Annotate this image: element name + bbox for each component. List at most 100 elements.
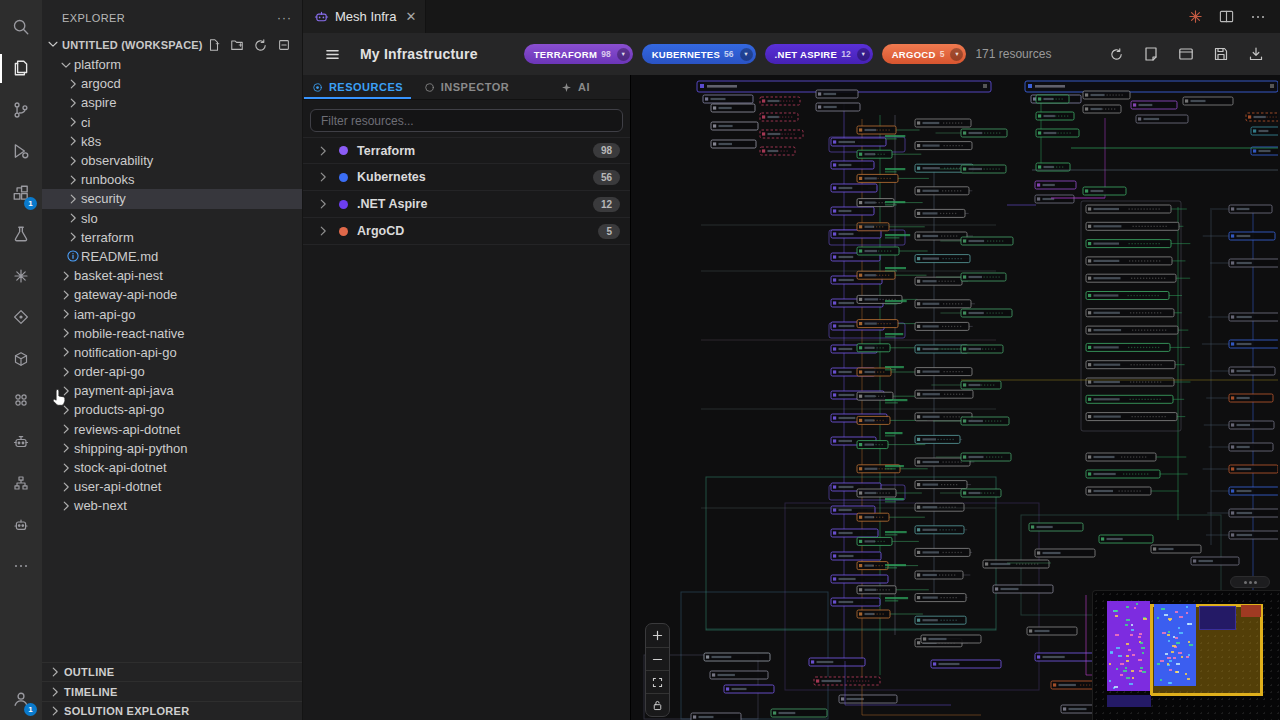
badge-argocd[interactable]: ARGOCD 5 ▼: [882, 44, 967, 64]
new-folder-icon[interactable]: [230, 38, 244, 53]
panel-tab-label: AI: [578, 81, 590, 93]
section-solution-explorer[interactable]: SOLUTION EXPLORER: [42, 701, 302, 720]
close-icon[interactable]: ✕: [405, 9, 416, 24]
activity-diamond-icon[interactable]: [0, 297, 42, 339]
panel-tab-ai[interactable]: AI: [521, 75, 630, 99]
tree-item-readme-md[interactable]: README.md: [42, 247, 302, 266]
chevron-right-icon: [316, 170, 330, 184]
tree-item-slo[interactable]: slo: [42, 209, 302, 228]
refresh-icon[interactable]: [253, 38, 268, 53]
workspace-row[interactable]: UNTITLED (WORKSPACE): [42, 35, 302, 55]
more-actions-icon[interactable]: [1250, 9, 1266, 25]
activity-robot2-icon[interactable]: [0, 504, 42, 546]
activity-org-icon[interactable]: [0, 463, 42, 505]
tree-item-security[interactable]: security: [42, 189, 302, 208]
activity-source-control-icon[interactable]: [0, 89, 42, 131]
tree-item-runbooks[interactable]: runbooks: [42, 170, 302, 189]
tree-item-reviews-api-dotnet[interactable]: reviews-api-dotnet: [42, 420, 302, 439]
group-kubernetes[interactable]: Kubernetes 56: [303, 164, 630, 191]
chevron-down-icon: [58, 58, 74, 72]
activity-beaker-icon[interactable]: [0, 214, 42, 256]
chevron-down-icon[interactable]: ▼: [857, 48, 870, 61]
badge-count: 98: [601, 49, 610, 59]
tree-item-notification-api-go[interactable]: notification-api-go: [42, 343, 302, 362]
chevron-right-icon: [65, 96, 81, 110]
activity-files-icon[interactable]: [0, 48, 42, 90]
infra-header: My Infrastructure TERRAFORM 98 ▼KUBERNET…: [303, 33, 1280, 75]
group--net-aspire[interactable]: .NET Aspire 12: [303, 191, 630, 218]
activity-search-icon[interactable]: [0, 6, 42, 48]
tree-item-mobile-react-native[interactable]: mobile-react-native: [42, 324, 302, 343]
minimap-cluster-red: [1241, 605, 1261, 617]
panel-tab-inspector[interactable]: INSPECTOR: [412, 75, 521, 99]
tree-item-aspire[interactable]: aspire: [42, 93, 302, 112]
section-label: OUTLINE: [64, 666, 114, 678]
badge-terraform[interactable]: TERRAFORM 98 ▼: [524, 44, 633, 64]
tree-item-label: runbooks: [81, 172, 134, 187]
badge-kubernetes[interactable]: KUBERNETES 56 ▼: [642, 44, 756, 64]
chevron-down-icon[interactable]: ▼: [950, 48, 963, 61]
new-file-icon[interactable]: [207, 38, 221, 53]
error-burst-icon[interactable]: [1188, 9, 1203, 24]
tree-item-label: stock-api-dotnet: [74, 460, 167, 475]
menu-icon[interactable]: [325, 47, 340, 62]
badge--net-aspire[interactable]: .NET ASPIRE 12 ▼: [765, 44, 873, 64]
tree-item-iam-api-go[interactable]: iam-api-go: [42, 304, 302, 323]
panel-icon[interactable]: [1178, 46, 1194, 62]
tree-item-products-api-go[interactable]: products-api-go: [42, 400, 302, 419]
tree-item-web-next[interactable]: web-next: [42, 496, 302, 515]
group-dot: [339, 146, 348, 155]
minimap[interactable]: [1092, 590, 1280, 720]
activity-robot-icon[interactable]: [0, 421, 42, 463]
tree-item-observability[interactable]: observability: [42, 151, 302, 170]
tab-mesh-infra[interactable]: Mesh Infra ✕: [303, 0, 426, 33]
activity-account-icon[interactable]: 1: [0, 679, 42, 720]
activity-cube-icon[interactable]: [0, 338, 42, 380]
filter-input[interactable]: [310, 109, 623, 132]
sidebar-sections: OUTLINE TIMELINESOLUTION EXPLORER: [42, 662, 302, 720]
tree-item-shipping-api-python[interactable]: shipping-api-python: [42, 439, 302, 458]
chevron-right-icon: [65, 115, 81, 129]
activity-more-icon[interactable]: [0, 546, 42, 588]
activity-debug-icon[interactable]: [0, 131, 42, 173]
section-outline[interactable]: OUTLINE: [42, 662, 302, 681]
tree-item-label: slo: [81, 211, 98, 226]
activity-circles-icon[interactable]: [0, 380, 42, 422]
save-icon[interactable]: [1213, 46, 1229, 62]
sidebar-more-icon[interactable]: ···: [277, 11, 292, 25]
tree-item-payment-api-java[interactable]: payment-api-java: [42, 381, 302, 400]
group-terraform[interactable]: Terraform 98: [303, 137, 630, 164]
zoom-fit-button[interactable]: [646, 670, 669, 693]
chevron-down-icon[interactable]: ▼: [617, 48, 630, 61]
zoom-lock-button[interactable]: [646, 693, 669, 716]
tree-item-gateway-api-node[interactable]: gateway-api-node: [42, 285, 302, 304]
vscode-window: 11 EXPLORER ··· UNTITLED (WORKSPACE) pla…: [0, 0, 1280, 720]
tree-item-order-api-go[interactable]: order-api-go: [42, 362, 302, 381]
activity-burst-icon[interactable]: [0, 255, 42, 297]
zoom-minus-button[interactable]: [646, 647, 669, 670]
tree-item-basket-api-nest[interactable]: basket-api-nest: [42, 266, 302, 285]
tree-item-ci[interactable]: ci: [42, 113, 302, 132]
download-icon[interactable]: [1248, 46, 1264, 62]
tree-item-k8s[interactable]: k8s: [42, 132, 302, 151]
refresh-icon[interactable]: [1109, 47, 1124, 62]
panel-tab-resources[interactable]: RESOURCES: [303, 75, 412, 99]
note-icon[interactable]: [1143, 46, 1159, 62]
tree-item-stock-api-dotnet[interactable]: stock-api-dotnet: [42, 458, 302, 477]
chevron-down-icon[interactable]: ▼: [740, 48, 753, 61]
group-argocd[interactable]: ArgoCD 5: [303, 218, 630, 245]
tree-item-label: iam-api-go: [74, 307, 135, 322]
group-label: .NET Aspire: [357, 197, 427, 211]
tree-item-user-api-dotnet[interactable]: user-api-dotnet: [42, 477, 302, 496]
tree-item-terraform[interactable]: terraform: [42, 228, 302, 247]
split-editor-icon[interactable]: [1219, 9, 1234, 24]
tree-item-argocd[interactable]: argocd: [42, 74, 302, 93]
zoom-plus-button[interactable]: [646, 624, 669, 647]
section-timeline[interactable]: TIMELINE: [42, 681, 302, 700]
tree-item-platform[interactable]: platform: [42, 55, 302, 74]
activity-extensions-icon[interactable]: 1: [0, 172, 42, 214]
tree-item-label: products-api-go: [74, 402, 164, 417]
chevron-right-icon: [46, 665, 64, 679]
graph-canvas[interactable]: [631, 75, 1280, 720]
collapse-all-icon[interactable]: [277, 38, 291, 53]
